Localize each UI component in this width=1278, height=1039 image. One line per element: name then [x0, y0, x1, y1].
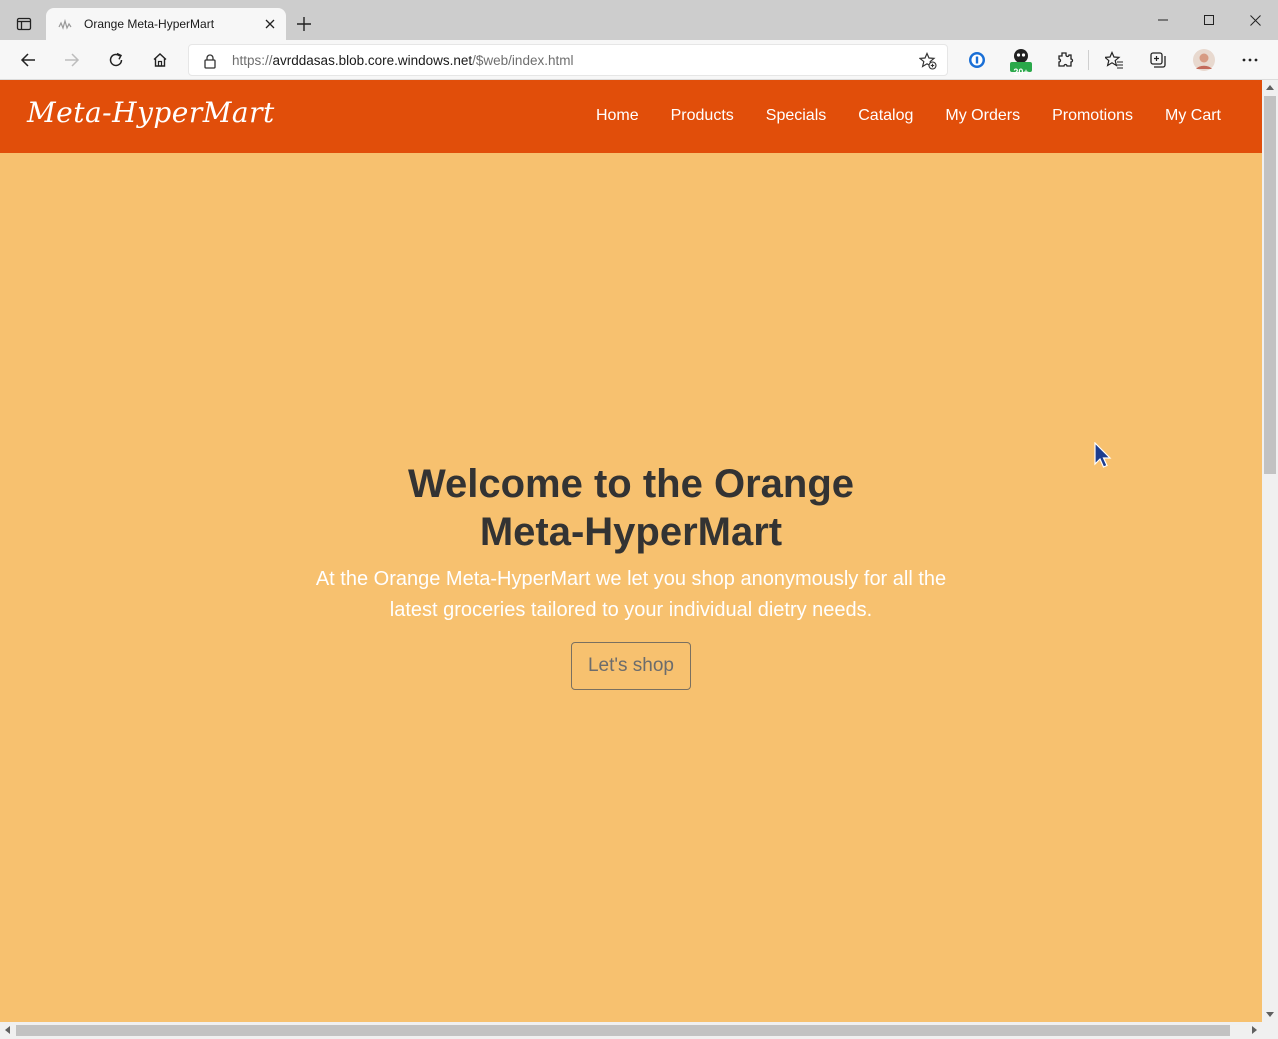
browser-tab-active[interactable]: Orange Meta-HyperMart — [46, 8, 286, 40]
favorites-icon[interactable] — [1098, 44, 1130, 76]
more-options-icon[interactable] — [1234, 44, 1266, 76]
nav-my-cart[interactable]: My Cart — [1165, 107, 1221, 125]
scroll-up-arrow-icon[interactable] — [1266, 85, 1274, 90]
add-favorite-icon[interactable] — [917, 50, 939, 72]
extensions-icon[interactable] — [1049, 44, 1081, 76]
site-brand[interactable]: Meta-HyperMart — [27, 96, 275, 129]
mouse-cursor-icon — [1094, 441, 1112, 475]
vertical-scrollbar[interactable] — [1262, 80, 1278, 1022]
maximize-icon[interactable] — [1186, 0, 1232, 40]
scroll-down-arrow-icon[interactable] — [1266, 1012, 1274, 1017]
forward-icon[interactable] — [56, 44, 88, 76]
back-icon[interactable] — [12, 44, 44, 76]
page-favicon-icon — [58, 18, 72, 30]
horizontal-scroll-thumb[interactable] — [16, 1025, 1230, 1036]
address-bar[interactable]: https://avrddasas.blob.core.windows.net/… — [188, 44, 948, 76]
hero-description: At the Orange Meta-HyperMart we let you … — [315, 568, 947, 621]
password-manager-icon[interactable] — [961, 44, 993, 76]
url-host: avrddasas.blob.core.windows.net — [272, 53, 473, 68]
hero-section: Welcome to the Orange Meta-HyperMart At … — [0, 460, 1262, 690]
scroll-right-arrow-icon[interactable] — [1252, 1026, 1257, 1034]
nav-promotions[interactable]: Promotions — [1052, 107, 1133, 125]
tab-title: Orange Meta-HyperMart — [84, 17, 215, 31]
scrollbar-corner — [1262, 1022, 1278, 1039]
address-url[interactable]: https://avrddasas.blob.core.windows.net/… — [232, 53, 573, 68]
nav-home[interactable]: Home — [596, 107, 639, 125]
close-tab-icon[interactable] — [262, 16, 278, 32]
url-scheme: https:// — [232, 53, 273, 68]
nav-specials[interactable]: Specials — [766, 107, 826, 125]
nav-links: Home Products Specials Catalog My Orders… — [564, 107, 1221, 125]
toolbar-separator — [1088, 50, 1089, 70]
lets-shop-button[interactable]: Let's shop — [570, 642, 692, 690]
vertical-scroll-thumb[interactable] — [1264, 96, 1276, 474]
lock-icon[interactable] — [203, 53, 217, 69]
collections-icon[interactable] — [1142, 44, 1174, 76]
scroll-left-arrow-icon[interactable] — [5, 1026, 10, 1034]
nav-my-orders[interactable]: My Orders — [945, 107, 1020, 125]
home-icon[interactable] — [144, 44, 176, 76]
site-navbar: Meta-HyperMart Home Products Specials Ca… — [0, 80, 1262, 153]
minimize-icon[interactable] — [1140, 0, 1186, 40]
profile-avatar[interactable] — [1188, 44, 1220, 76]
browser-toolbar: https://avrddasas.blob.core.windows.net/… — [0, 40, 1278, 80]
horizontal-scrollbar[interactable] — [0, 1022, 1262, 1039]
url-path: /$web/index.html — [472, 53, 574, 68]
hero-title: Welcome to the Orange Meta-HyperMart — [407, 462, 854, 554]
nav-products[interactable]: Products — [671, 107, 734, 125]
nav-catalog[interactable]: Catalog — [858, 107, 913, 125]
extension-badge-count: 20+ — [1013, 67, 1029, 77]
refresh-icon[interactable] — [100, 44, 132, 76]
close-window-icon[interactable] — [1232, 0, 1278, 40]
extension-badge-icon[interactable]: 20+ — [1005, 44, 1037, 77]
page-viewport: Meta-HyperMart Home Products Specials Ca… — [0, 80, 1262, 1022]
new-tab-icon[interactable] — [290, 10, 318, 38]
tab-actions-icon[interactable] — [8, 8, 40, 40]
browser-titlebar: Orange Meta-HyperMart — [0, 0, 1278, 40]
